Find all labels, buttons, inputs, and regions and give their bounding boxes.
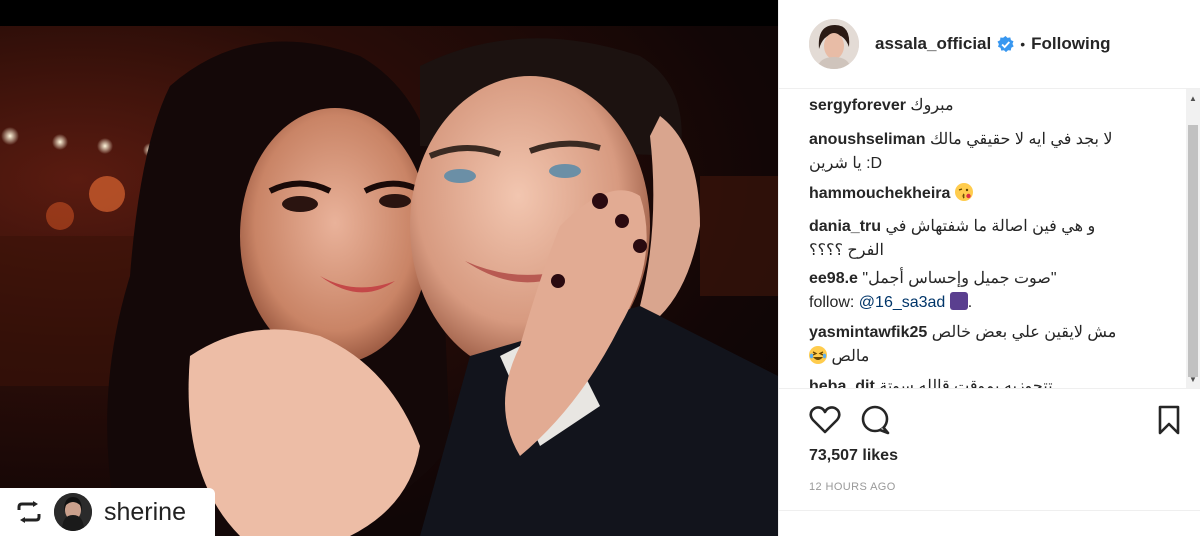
scroll-up-arrow-icon[interactable]: ▲ [1186,91,1200,105]
repost-avatar[interactable] [54,493,92,531]
comment-text-line2: يا شرين :D [809,155,883,172]
post-actions: 73,507 likes 12 HOURS AGO [779,388,1200,536]
verified-badge-icon [997,35,1014,52]
comment-text: "صوت جميل وإحساس أجمل" [862,270,1057,287]
comment-item: dania_tru و هي فين اصالة ما شفتهاش في ال… [809,215,1183,263]
mention-link[interactable]: @16_sa3ad [859,294,946,311]
post-media-area: sherine [0,0,778,536]
comment-username[interactable]: anoushseliman [809,131,925,148]
photo-illustration [0,38,778,536]
likes-count[interactable]: 73,507 likes [809,447,898,465]
comment-text: و هي فين اصالة ما شفتهاش في [885,218,1096,235]
profile-avatar[interactable] [809,19,859,69]
header-separator-dot: • [1020,36,1026,52]
add-comment-area[interactable] [779,510,1200,536]
comment-suffix: . [967,294,973,311]
comments-scrollbar[interactable]: ▲ ▼ [1186,89,1200,388]
comment-username[interactable]: ee98.e [809,270,858,287]
face-kiss-emoji [954,183,973,201]
comment-username[interactable]: heba_dit [809,378,875,388]
repost-badge[interactable]: sherine [0,488,215,536]
comment-username[interactable]: dania_tru [809,218,881,235]
post-photo[interactable] [0,26,778,536]
comment-item: yasmintawfik25 مش لايقين علي بعض خالص ما… [809,321,1183,369]
comment-item: hammouchekheira [809,182,1183,206]
laughing-emoji [809,346,827,364]
comment-text-line2: الفرح ؟؟؟؟ [809,242,884,259]
comment-text: لا بجد في ايه لا حقيقي مالك [929,131,1113,148]
post-header: assala_official • Following [779,0,1200,89]
purple-emoji [949,292,968,310]
comment-username[interactable]: sergyforever [809,97,906,114]
comment-item: ee98.e "صوت جميل وإحساس أجمل" follow: @1… [809,267,1183,315]
repost-username[interactable]: sherine [104,498,186,527]
comment-item: heba_dit تتجوزيه بموقت قالله سوتة [809,375,1183,388]
comment-username[interactable]: yasmintawfik25 [809,324,927,341]
bookmark-icon[interactable] [1153,404,1185,436]
comments-list[interactable]: sergyforever مبروك anoushseliman لا بجد … [779,89,1200,388]
comment-text-prefix: follow: [809,294,859,311]
post-timestamp[interactable]: 12 HOURS AGO [809,481,896,493]
comment-item: sergyforever مبروك [809,94,1183,118]
comment-text: مش لايقين علي بعض خالص [931,324,1117,341]
comment-text-line2: مالص [831,348,870,365]
header-username[interactable]: assala_official [875,34,991,54]
media-top-bar [0,0,778,26]
comment-item: anoushseliman لا بجد في ايه لا حقيقي مال… [809,128,1183,176]
comment-text: مبروك [910,97,954,114]
repost-icon [14,497,44,527]
post-side-panel: assala_official • Following sergyforever… [778,0,1200,536]
comment-icon[interactable] [859,404,891,436]
scrollbar-thumb[interactable] [1188,125,1198,377]
comment-text: تتجوزيه بموقت قالله سوتة [879,378,1053,388]
scroll-down-arrow-icon[interactable]: ▼ [1186,372,1200,386]
heart-icon[interactable] [809,404,841,436]
following-button[interactable]: Following [1031,34,1110,54]
comment-username[interactable]: hammouchekheira [809,185,950,202]
